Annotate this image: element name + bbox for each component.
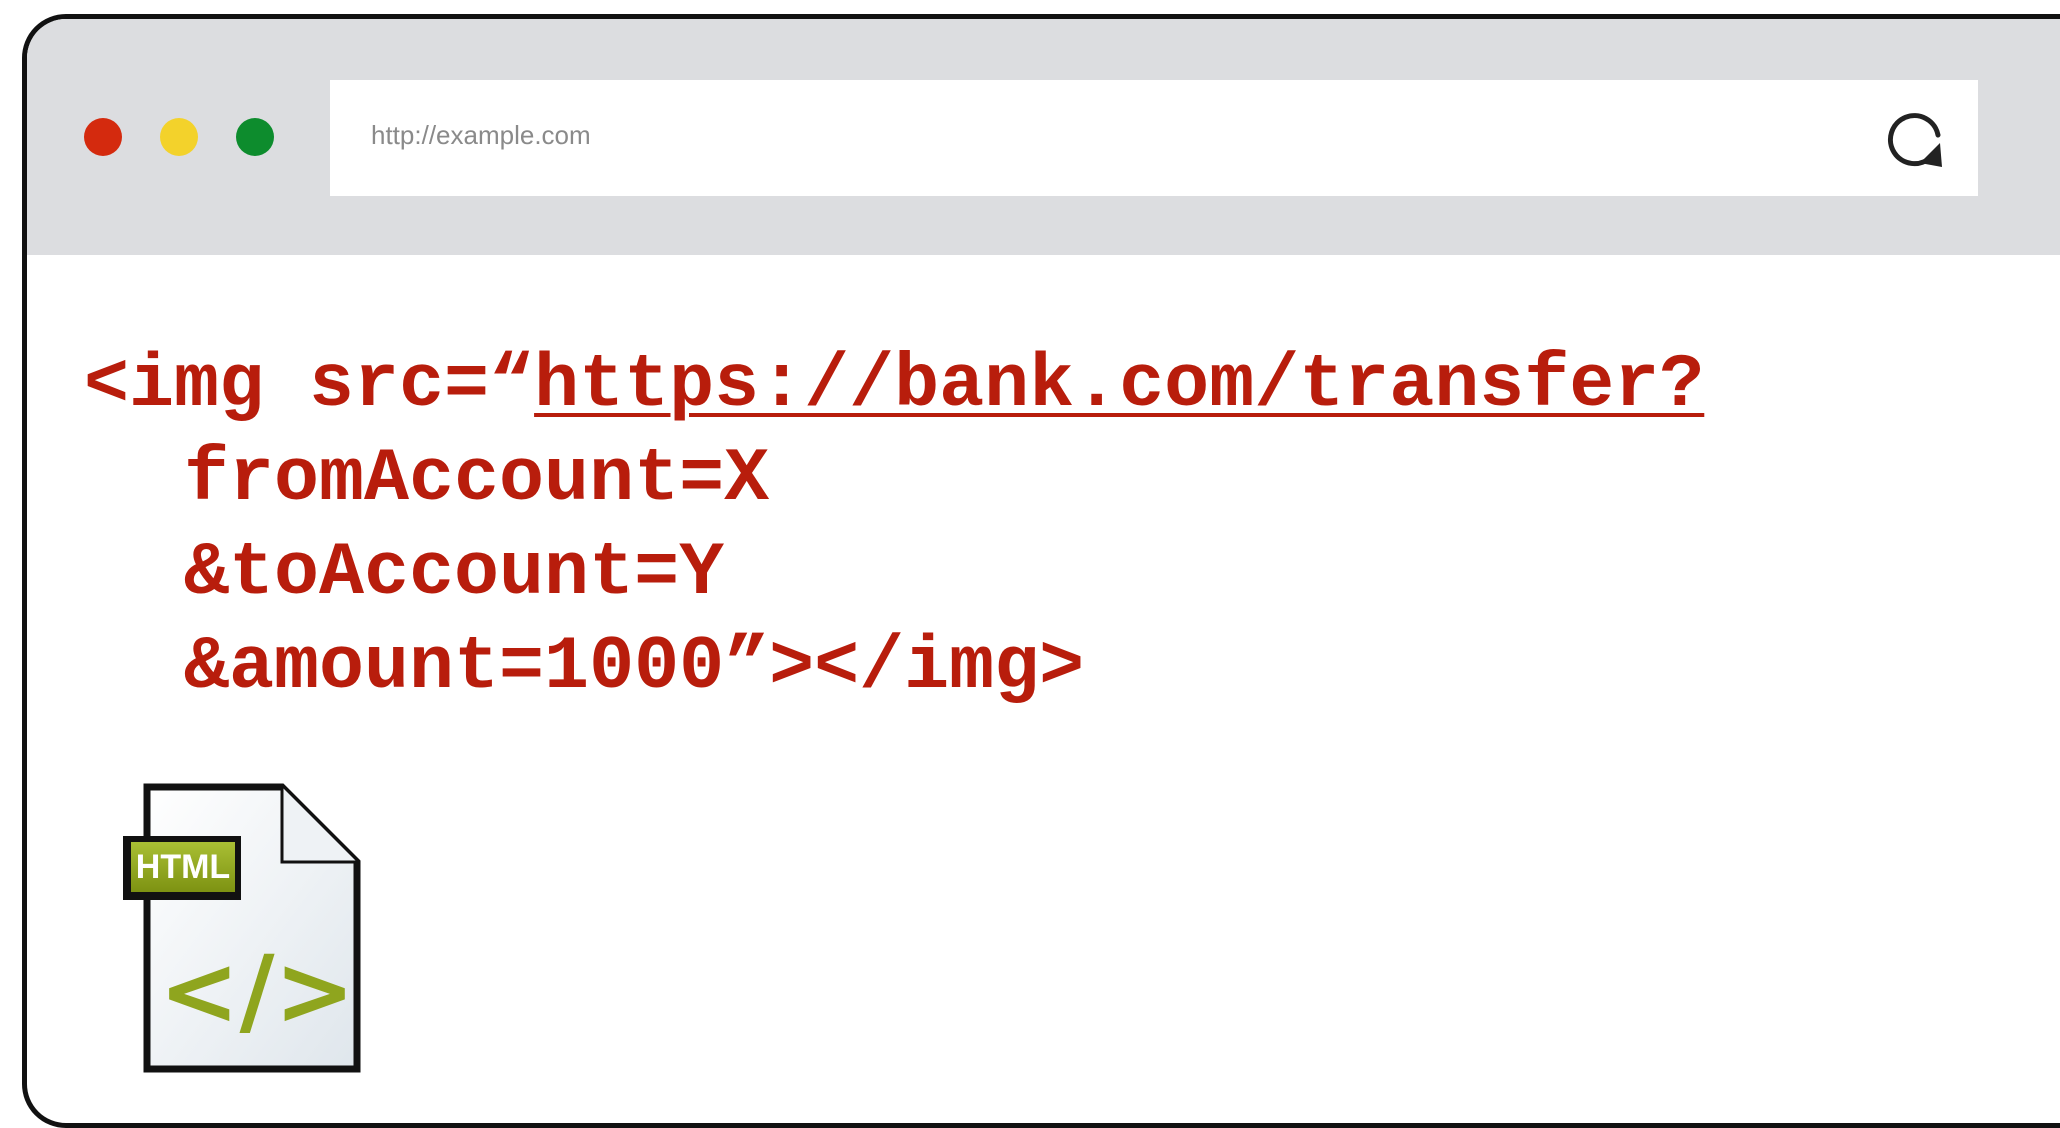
html-badge-label: HTML bbox=[136, 848, 230, 886]
code-line-2: fromAccount=X bbox=[184, 437, 770, 522]
html-file-icon: HTML </> bbox=[123, 783, 361, 1073]
code-glyph: </> bbox=[159, 935, 355, 1047]
minimize-window-button[interactable] bbox=[160, 118, 198, 156]
code-line-3: &toAccount=Y bbox=[184, 531, 725, 616]
address-bar[interactable]: http://example.com bbox=[330, 80, 1978, 196]
url-text[interactable]: http://example.com bbox=[371, 120, 591, 151]
browser-toolbar: http://example.com bbox=[27, 19, 2060, 255]
zoom-window-button[interactable] bbox=[236, 118, 274, 156]
reload-icon[interactable] bbox=[1886, 105, 1952, 171]
csrf-code-snippet: <img src=“https://bank.com/transfer? fro… bbox=[84, 339, 1704, 715]
code-line-1: <img src=“https://bank.com/transfer? bbox=[84, 339, 1704, 433]
img-tag-open: <img src=“ bbox=[84, 343, 535, 428]
close-window-button[interactable] bbox=[84, 118, 122, 156]
transfer-url-link[interactable]: https://bank.com/transfer? bbox=[534, 343, 1704, 428]
code-line-4: &amount=1000”></img> bbox=[184, 625, 1085, 710]
browser-window: http://example.com <img src=“https://ban… bbox=[22, 14, 2060, 1128]
